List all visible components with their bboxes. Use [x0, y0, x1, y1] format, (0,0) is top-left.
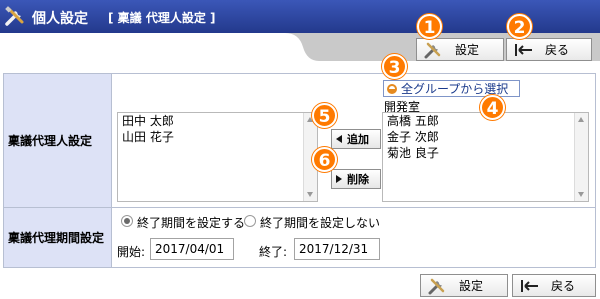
remove-button[interactable]: 削除	[331, 169, 381, 189]
group-select-link[interactable]: 全グループから選択	[383, 80, 520, 97]
back-button-label: 戻る	[545, 43, 570, 57]
end-date-field[interactable]: 2017/12/31	[294, 238, 380, 260]
marker-6: 6	[312, 147, 337, 172]
radio-set-end-period-label: 終了期間を設定する	[137, 216, 246, 230]
marker-2: 2	[507, 14, 532, 39]
radio-no-end-period[interactable]	[244, 215, 256, 227]
tools-icon	[428, 278, 445, 294]
period-setting-label: 稟議代理期間設定	[4, 208, 111, 267]
tools-icon	[424, 42, 441, 58]
list-item[interactable]: 山田 花子	[118, 129, 317, 145]
start-date-label: 開始:	[117, 245, 146, 259]
list-item[interactable]: 田中 太郎	[118, 113, 317, 129]
radio-no-end-period-label: 終了期間を設定しない	[260, 216, 381, 230]
marker-3: 3	[382, 54, 407, 79]
settings-form: 稟議代理人設定 田中 太郎 山田 花子 追加 削除 全グループから選択 開発室 …	[3, 73, 596, 268]
add-button[interactable]: 追加	[331, 129, 381, 149]
add-button-label: 追加	[347, 133, 369, 146]
group-icon	[387, 83, 397, 94]
page-subtitle: [ 稟議 代理人設定 ]	[108, 11, 216, 25]
marker-1: 1	[417, 14, 442, 39]
list-item[interactable]: 金子 次郎	[383, 129, 588, 145]
back-arrow-icon	[521, 279, 538, 292]
proxy-setting-label-text: 稟議代理人設定	[8, 134, 93, 148]
back-button-bottom[interactable]: 戻る	[512, 274, 596, 297]
settings-button-bottom[interactable]: 設定	[420, 274, 508, 297]
period-setting-label-text: 稟議代理期間設定	[8, 231, 105, 245]
candidate-list[interactable]: 高橋 五郎 金子 次郎 菊池 良子	[382, 112, 589, 202]
scrollbar[interactable]	[574, 113, 588, 201]
page-title: 個人設定	[32, 11, 88, 27]
back-button-label: 戻る	[551, 279, 576, 293]
settings-button[interactable]: 設定	[416, 38, 504, 61]
proxy-setting-label: 稟議代理人設定	[4, 74, 111, 207]
right-arrow-icon	[336, 175, 342, 183]
back-button[interactable]: 戻る	[506, 38, 592, 61]
column-divider	[111, 74, 112, 267]
radio-set-end-period[interactable]	[121, 215, 133, 227]
end-date-label: 終了:	[259, 245, 288, 259]
start-date-field[interactable]: 2017/04/01	[150, 238, 234, 260]
back-arrow-icon	[515, 43, 532, 56]
remove-button-label: 削除	[347, 173, 369, 186]
marker-5: 5	[312, 103, 337, 128]
list-item[interactable]: 菊池 良子	[383, 145, 588, 161]
marker-4: 4	[480, 95, 505, 120]
settings-button-label: 設定	[455, 43, 480, 57]
left-arrow-icon	[336, 135, 342, 143]
settings-button-label: 設定	[459, 279, 484, 293]
tools-icon	[5, 6, 24, 26]
selected-proxy-list[interactable]: 田中 太郎 山田 花子	[117, 112, 318, 202]
